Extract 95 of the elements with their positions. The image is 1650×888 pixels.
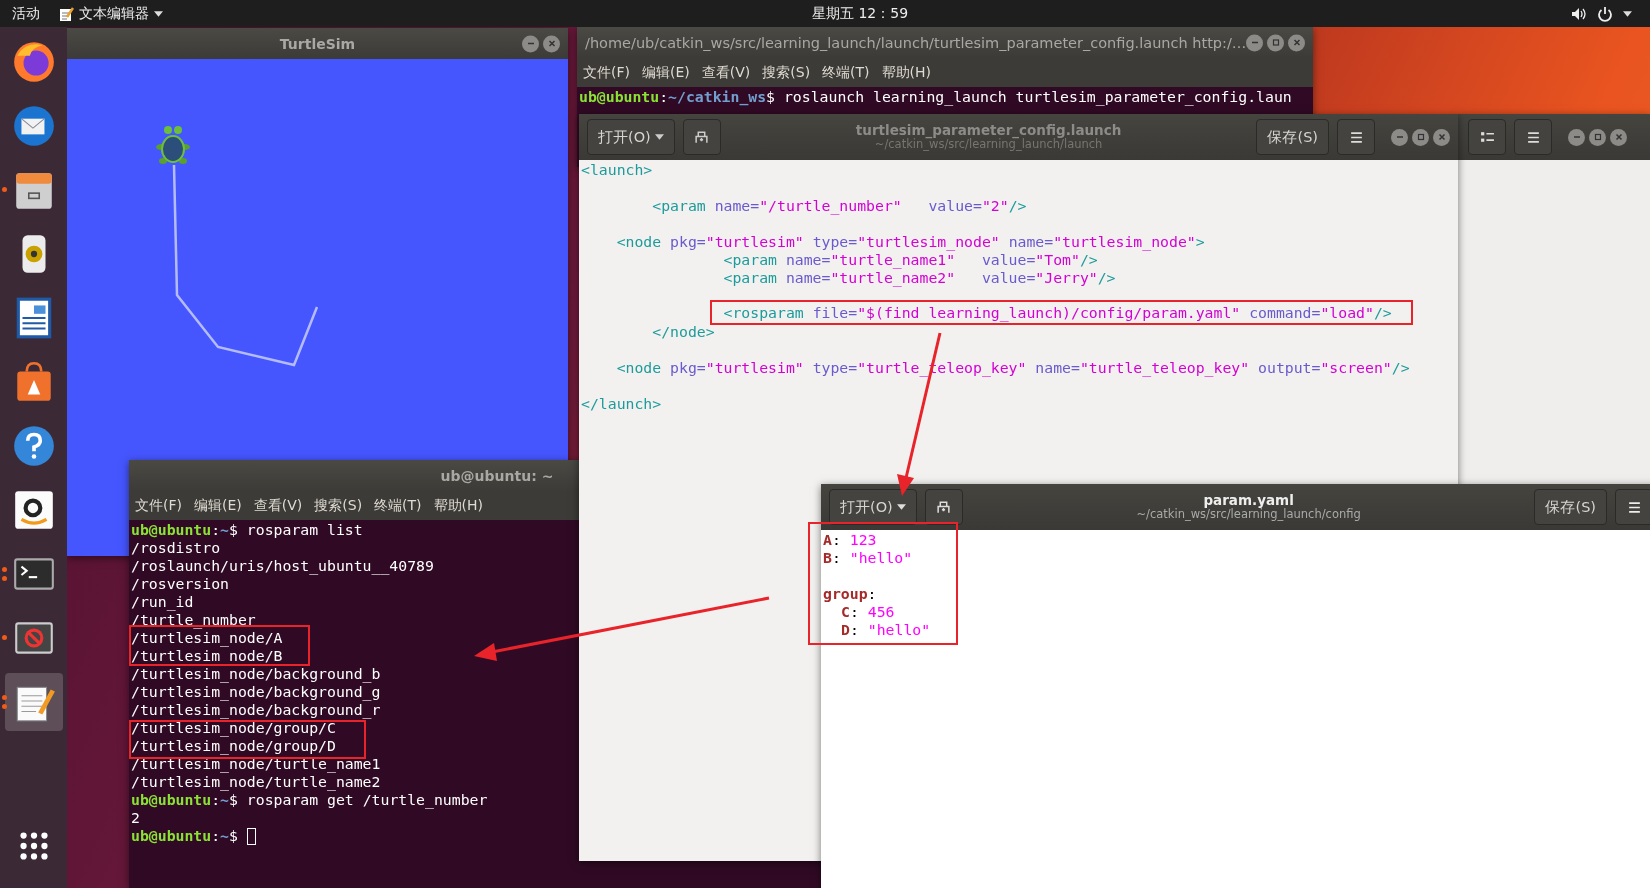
- new-tab-button[interactable]: [682, 119, 721, 155]
- caret-icon[interactable]: [1623, 10, 1632, 17]
- minimize-button[interactable]: [1568, 128, 1585, 146]
- terminal-line: /roslaunch/uris/host_ubuntu__40789: [131, 558, 434, 574]
- clock[interactable]: 星期五 12：59: [811, 4, 909, 23]
- activities-button[interactable]: 活动: [12, 4, 40, 23]
- code-line: B: "hello": [823, 550, 913, 565]
- maximize-button[interactable]: [1267, 34, 1284, 51]
- turtle-drawing: [156, 126, 190, 164]
- terminal-line: 2: [131, 810, 140, 826]
- window-title: TurtleSim: [279, 35, 356, 52]
- power-icon[interactable]: [1597, 5, 1613, 22]
- menu-item[interactable]: 文件(F): [583, 63, 630, 82]
- terminal-line: /turtlesim_node/group/D: [131, 738, 336, 754]
- code-line: <param name="/turtle_number" value="2"/>: [652, 198, 1027, 213]
- maximize-button[interactable]: [1589, 128, 1606, 146]
- maximize-icon: [1592, 132, 1603, 142]
- code-line: group:: [823, 586, 877, 601]
- code-line: D: "hello": [841, 622, 931, 637]
- terminal-line: ub@ubuntu:~$ rosparam list: [131, 522, 363, 538]
- app-menu[interactable]: 文本编辑器: [58, 4, 163, 23]
- menu-item[interactable]: 编辑(E): [194, 496, 242, 515]
- menu-button[interactable]: [1514, 119, 1552, 155]
- code-line: <node pkg="turtlesim" type="turtlesim_node" name="turtlesim_node">: [616, 234, 1205, 249]
- file-path: ~/catkin_ws/src/learning_launch/launch: [874, 138, 1103, 151]
- window-title: /home/ub/catkin_ws/src/learning_launch/launch/turtlesim_parameter_config.launch http:/…: [585, 34, 1247, 51]
- save-button[interactable]: 保存(S): [1256, 119, 1329, 155]
- close-button[interactable]: [1288, 34, 1305, 51]
- menu-item[interactable]: 终端(T): [374, 496, 422, 515]
- open-button[interactable]: 打开(O): [587, 119, 675, 155]
- close-icon: [546, 38, 557, 49]
- caret-icon: [654, 134, 664, 140]
- close-button[interactable]: [1433, 128, 1450, 146]
- menu-item[interactable]: 搜索(S): [762, 63, 811, 82]
- new-tab-button[interactable]: [924, 489, 963, 525]
- maximize-icon: [1415, 132, 1426, 142]
- code-line: </node>: [652, 324, 715, 339]
- terminal-line: ub@ubuntu:~/catkin_ws$ roslaunch learning_launch turtlesim_parameter_config.laun: [579, 89, 1292, 105]
- terminal-line: /turtlesim_node/turtle_name1: [131, 756, 381, 772]
- code-line: <launch>: [581, 162, 653, 177]
- new-tab-icon: [936, 499, 952, 515]
- list-icon: [1479, 129, 1495, 145]
- close-icon: [1291, 37, 1302, 48]
- close-button[interactable]: [543, 35, 560, 52]
- code-line: <param name="turtle_name2" value="Jerry"/>: [723, 270, 1116, 285]
- terminal-line: ub@ubuntu:~$: [131, 828, 238, 844]
- close-icon: [1436, 132, 1447, 142]
- menu-item[interactable]: 编辑(E): [642, 63, 690, 82]
- terminal-line: /turtlesim_node/background_r: [131, 702, 381, 718]
- maximize-button[interactable]: [1412, 128, 1429, 146]
- caret-icon: [154, 10, 163, 17]
- menu-item[interactable]: 帮助(H): [433, 496, 484, 515]
- menu-button[interactable]: [1615, 489, 1650, 525]
- code-line: C: 456: [841, 604, 895, 619]
- terminal-line: /turtlesim_node/background_b: [131, 666, 381, 682]
- terminal-line: /turtlesim_node/turtle_name2: [131, 774, 381, 790]
- minimize-button[interactable]: [1246, 34, 1263, 51]
- file-path: ~/catkin_ws/src/learning_launch/config: [1136, 508, 1361, 521]
- minimize-button[interactable]: [522, 35, 539, 52]
- open-button[interactable]: 打开(O): [829, 489, 917, 525]
- terminal-line: /rosversion: [131, 576, 229, 592]
- menu-item[interactable]: 帮助(H): [881, 63, 932, 82]
- notepad-icon: [58, 5, 74, 22]
- window-title: ub@ubuntu: ~: [440, 467, 554, 484]
- menu-icon: [1626, 499, 1642, 515]
- window-title: param.yaml: [1203, 493, 1294, 509]
- close-button[interactable]: [1610, 128, 1627, 146]
- terminal-line: /turtlesim_node/group/C: [131, 720, 336, 736]
- terminal-line: /run_id: [131, 594, 194, 610]
- maximize-icon: [1270, 37, 1281, 48]
- terminal-line: /turtlesim_node/background_g: [131, 684, 381, 700]
- menu-item[interactable]: 搜索(S): [314, 496, 363, 515]
- terminal-line: /rosdistro: [131, 540, 221, 556]
- list-view-button[interactable]: [1468, 119, 1506, 155]
- menu-item[interactable]: 查看(V): [701, 63, 751, 82]
- minimize-button[interactable]: [1391, 128, 1408, 146]
- close-icon: [1613, 132, 1624, 142]
- menu-button[interactable]: [1337, 119, 1375, 155]
- menu-icon: [1348, 129, 1364, 145]
- terminal-line: ub@ubuntu:~$ rosparam get /turtle_number: [131, 792, 488, 808]
- code-line: </launch>: [581, 396, 662, 411]
- menu-item[interactable]: 文件(F): [135, 496, 182, 515]
- save-button[interactable]: 保存(S): [1534, 489, 1607, 525]
- terminal-line: /turtle_number: [131, 612, 256, 628]
- terminal-line: /turtlesim_node/A: [131, 630, 283, 646]
- terminal-line: /turtlesim_node/B: [131, 648, 283, 664]
- code-line: A: 123: [823, 532, 877, 547]
- caret-icon: [896, 504, 906, 510]
- menu-item[interactable]: 终端(T): [822, 63, 870, 82]
- window-title: turtlesim_parameter_config.launch: [855, 123, 1122, 139]
- code-line: <param name="turtle_name1" value="Tom"/>: [723, 252, 1098, 267]
- code-line: <rosparam file="$(find learning_launch)/config/param.yaml" command="load"/>: [723, 305, 1392, 320]
- menu-item[interactable]: 查看(V): [253, 496, 303, 515]
- new-tab-icon: [694, 129, 710, 145]
- menu-icon: [1525, 129, 1541, 145]
